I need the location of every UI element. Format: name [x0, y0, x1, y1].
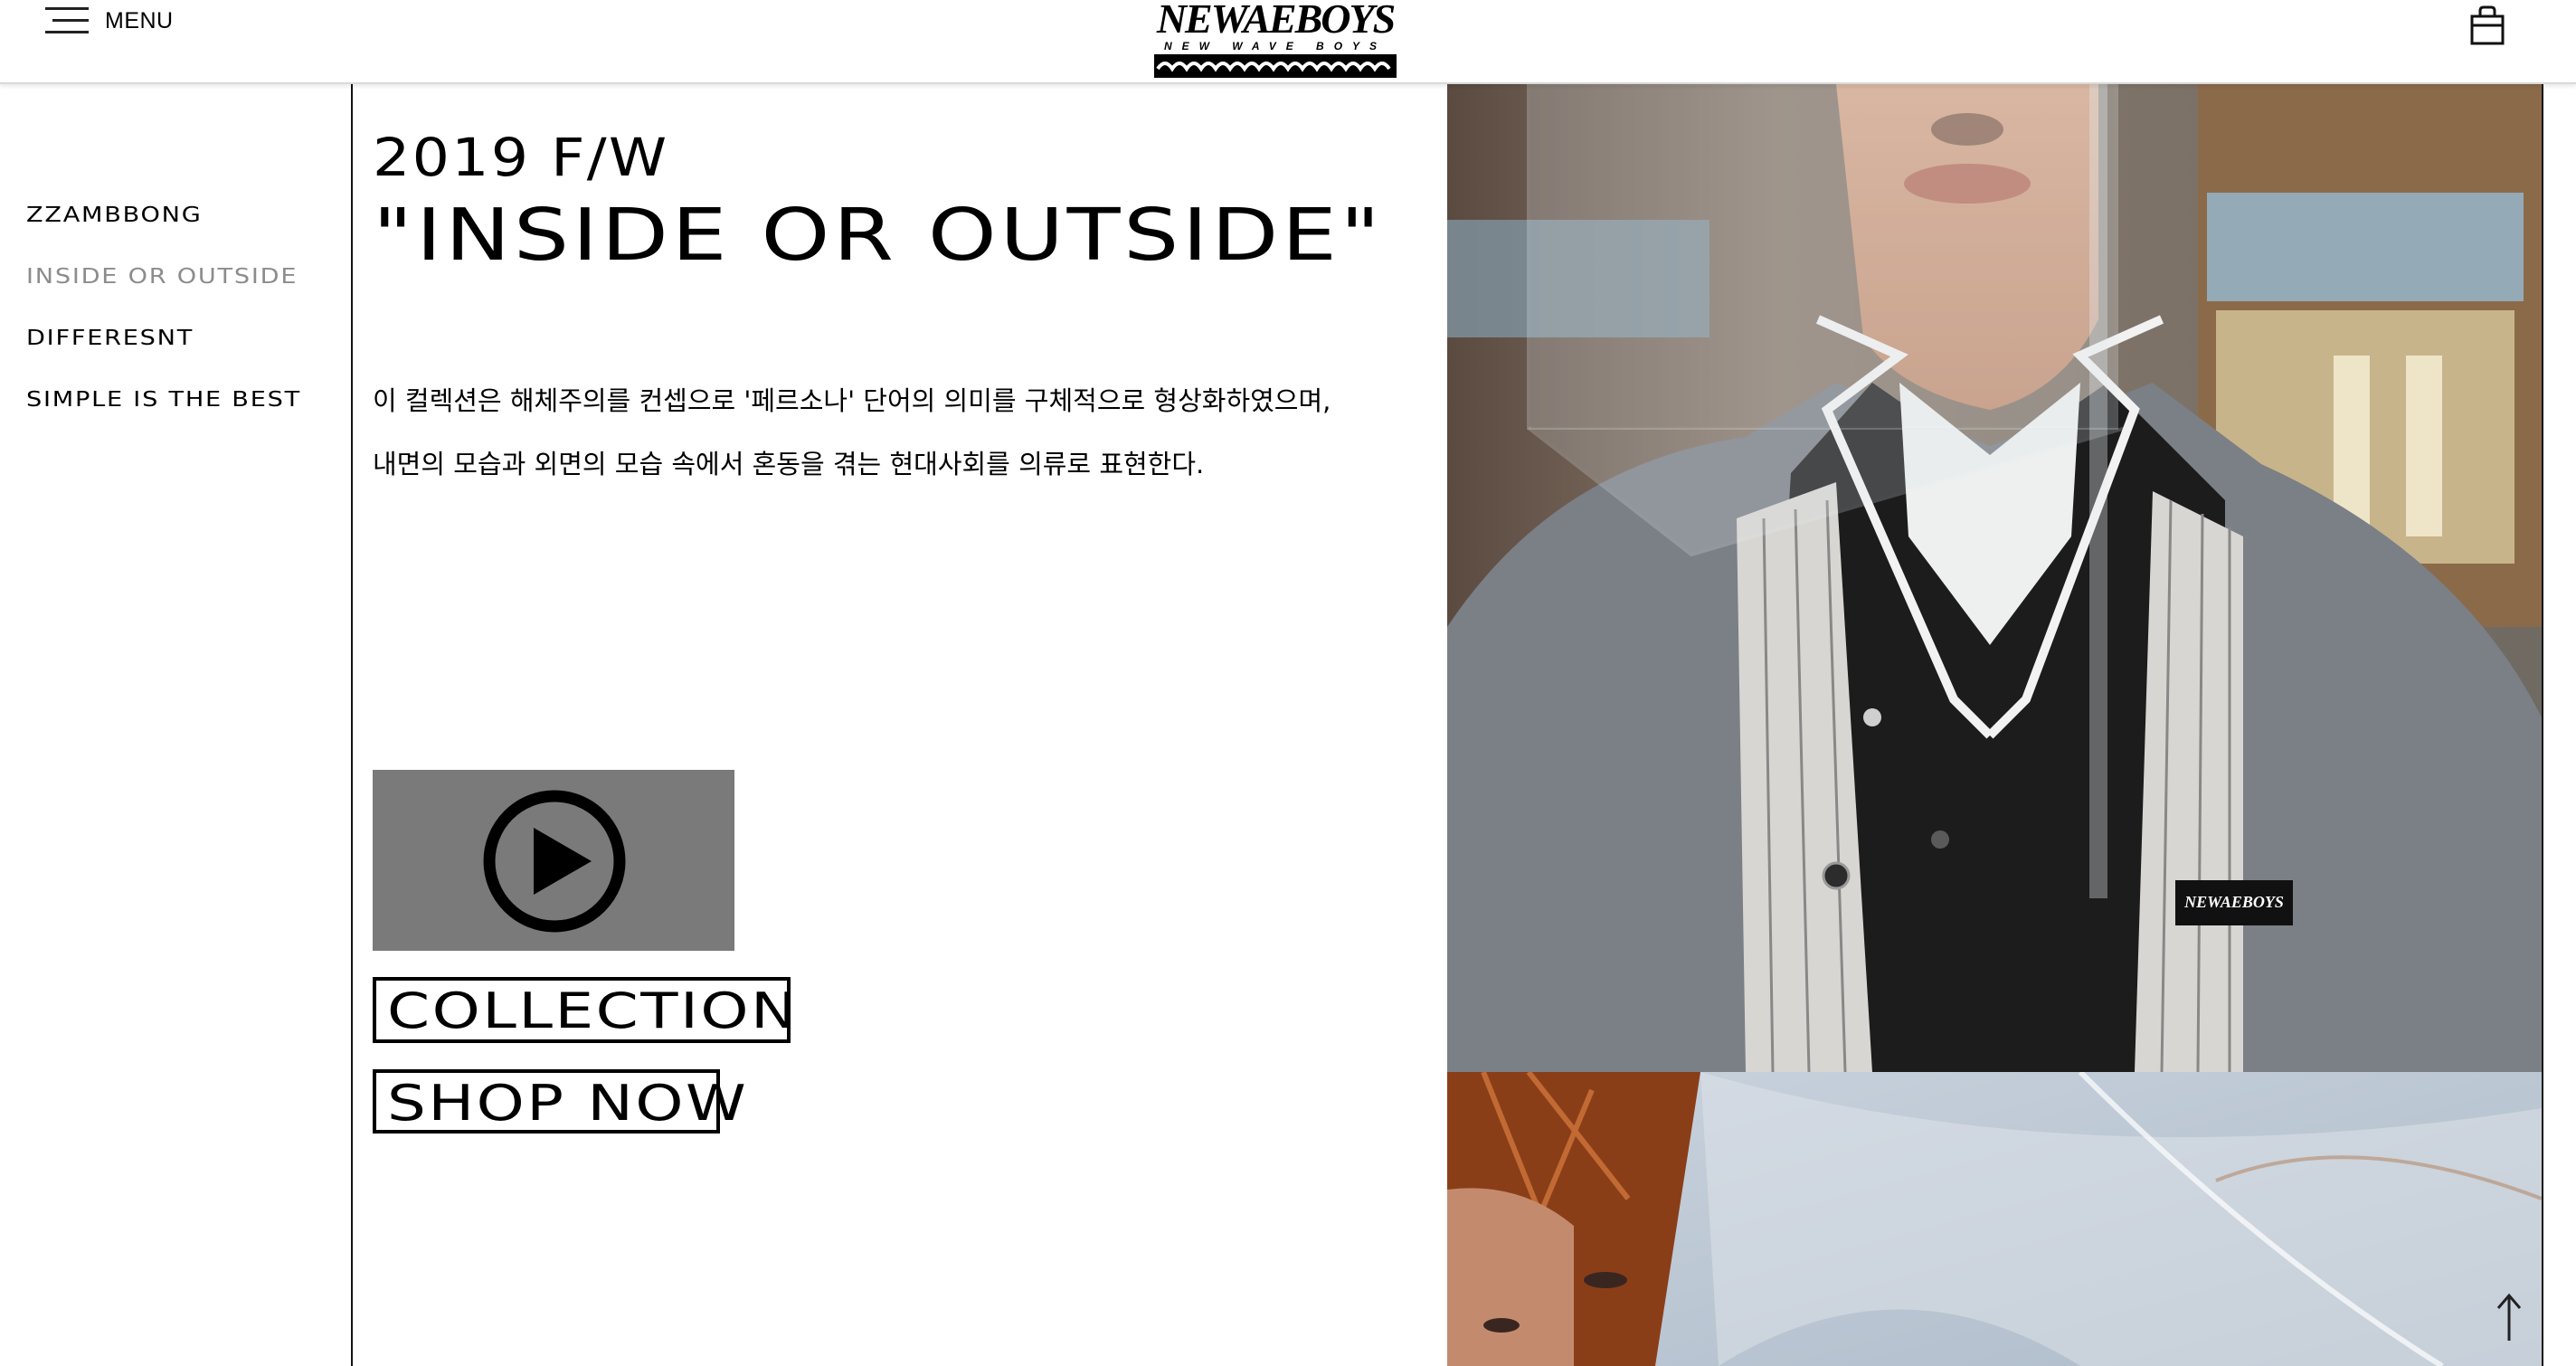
sidebar-item-simple-is-the-best[interactable]: SIMPLE IS THE BEST [26, 388, 301, 412]
model-photo-illustration: NEWAEBOYS [1447, 84, 2542, 1072]
hamburger-icon [45, 5, 92, 36]
sidebar-item-inside-or-outside[interactable]: INSIDE OR OUTSIDE [26, 265, 298, 289]
description-line-1: 이 컬렉션은 해체주의를 컨셉으로 '페르소나' 단어의 의미를 구체적으로 형… [373, 385, 1331, 416]
shopping-bag-icon[interactable] [2467, 5, 2507, 45]
logo-wordmark: NEWAEBOYS [1156, 0, 1396, 42]
sidebar-item-zzambbong[interactable]: ZZAMBBONG [26, 204, 203, 227]
play-circle-icon[interactable] [483, 790, 626, 933]
logo-waves-icon [1154, 54, 1397, 78]
collection-sidebar: ZZAMBBONG INSIDE OR OUTSIDE DIFFERESNT S… [0, 84, 353, 1366]
menu-label: MENU [105, 7, 174, 33]
shop-now-button[interactable]: SHOP NOW [373, 1069, 746, 1134]
lookbook-photo-top: NEWAEBOYS [1447, 84, 2542, 1072]
model-photo-illustration-2 [1447, 1072, 2542, 1366]
photo-border [2542, 84, 2543, 1366]
svg-text:NEWAEBOYS: NEWAEBOYS [2183, 893, 2284, 911]
collection-button[interactable]: COLLECTION [373, 977, 797, 1043]
description-line-2: 내면의 모습과 외면의 모습 속에서 혼동을 겪는 현대사회를 의류로 표현한다… [373, 449, 1205, 479]
lookbook-photo-bottom [1447, 1072, 2542, 1366]
arrow-up-icon[interactable] [2489, 1292, 2529, 1342]
logo-subtext: NEW WAVE BOYS [1163, 40, 1387, 52]
shop-now-button-label: SHOP NOW [387, 1075, 749, 1132]
collection-button-label: COLLECTION [387, 982, 800, 1039]
brand-logo[interactable]: NEWAEBOYS NEW WAVE BOYS [1154, 0, 1397, 78]
video-player[interactable] [373, 770, 734, 951]
sidebar-item-differesnt[interactable]: DIFFERESNT [26, 327, 194, 350]
collection-title: "INSIDE OR OUTSIDE" [373, 194, 1384, 277]
site-header: MENU NEWAEBOYS NEW WAVE BOYS [0, 0, 2576, 84]
menu-button[interactable]: MENU [45, 5, 174, 36]
season-label: 2019 F/W [373, 127, 669, 188]
